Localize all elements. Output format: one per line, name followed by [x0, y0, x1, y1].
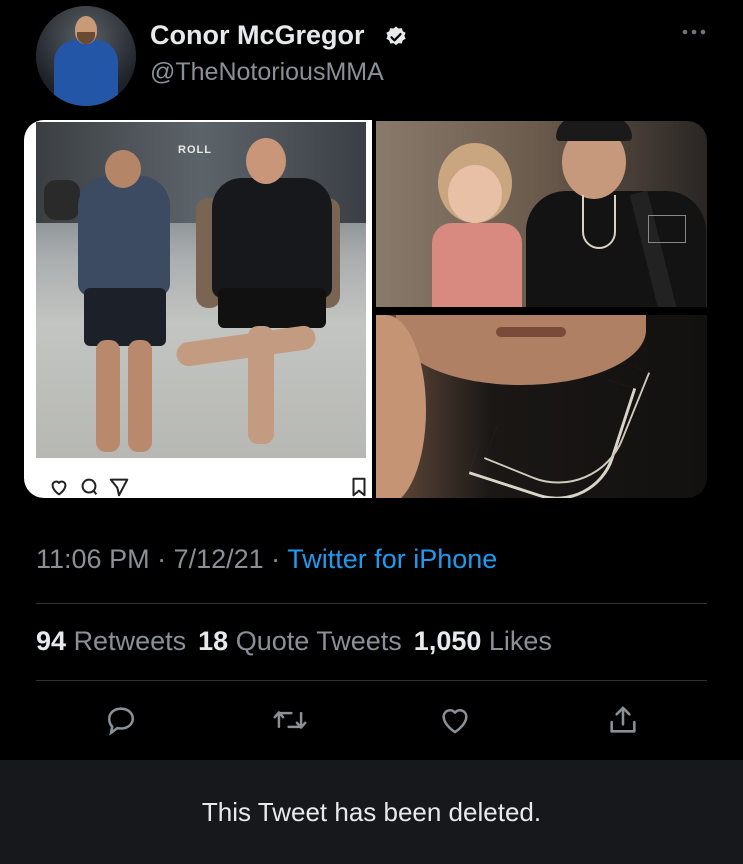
comment-icon [81, 478, 98, 495]
share-button[interactable] [603, 700, 643, 740]
media-photo-instagram-post[interactable]: ROLL [24, 120, 372, 498]
tweet-action-bar [0, 700, 743, 744]
tweet-time[interactable]: 11:06 PM [36, 544, 150, 574]
avatar-suit [54, 40, 118, 106]
likes-stat[interactable]: 1,050 Likes [414, 626, 552, 656]
like-icon [442, 708, 468, 734]
divider-top [36, 603, 707, 604]
author-name[interactable]: Conor McGregor [150, 20, 365, 51]
bookmark-icon [352, 477, 366, 497]
photo-person-right [175, 138, 346, 448]
photo-girl [428, 143, 524, 307]
media-photo-chain-closeup[interactable] [376, 315, 707, 498]
divider-bottom [36, 680, 707, 681]
likes-count: 1,050 [413, 626, 482, 656]
author-avatar[interactable] [36, 6, 136, 106]
tweet-timestamp: 11:06 PM · 7/12/21 · Twitter for iPhone [36, 544, 497, 575]
retweets-label: Retweets [73, 626, 187, 656]
quotes-count: 18 [198, 626, 229, 656]
send-icon [109, 478, 129, 497]
reply-button[interactable] [101, 700, 141, 740]
tweet-date[interactable]: 7/12/21 [174, 544, 264, 574]
tweet-stats: 94 Retweets 18 Quote Tweets 1,050 Likes [36, 626, 552, 657]
instagram-action-bar [48, 476, 372, 498]
more-options-icon[interactable] [680, 22, 708, 42]
retweet-button[interactable] [270, 700, 310, 740]
photo-two-fighters: ROLL [36, 122, 366, 458]
photo-person-left [44, 150, 180, 452]
photo-man [526, 121, 706, 307]
quotes-stat[interactable]: 18 Quote Tweets [198, 626, 402, 656]
tweet-source-link[interactable]: Twitter for iPhone [287, 544, 497, 574]
meta-separator: · [149, 544, 174, 574]
heart-icon [51, 480, 67, 496]
retweet-icon [273, 711, 307, 729]
verified-badge-icon [386, 26, 406, 46]
reply-icon [107, 707, 135, 736]
media-photo-girl-and-man[interactable] [376, 121, 707, 307]
like-button[interactable] [435, 700, 475, 740]
meta-separator-2: · [263, 544, 288, 574]
retweets-count: 94 [36, 626, 67, 656]
likes-label: Likes [488, 626, 552, 656]
deleted-tweet-banner: This Tweet has been deleted. [0, 760, 743, 864]
quotes-label: Quote Tweets [235, 626, 402, 656]
share-icon [610, 706, 636, 733]
author-handle[interactable]: @TheNotoriousMMA [150, 58, 384, 87]
retweets-stat[interactable]: 94 Retweets [36, 626, 186, 656]
